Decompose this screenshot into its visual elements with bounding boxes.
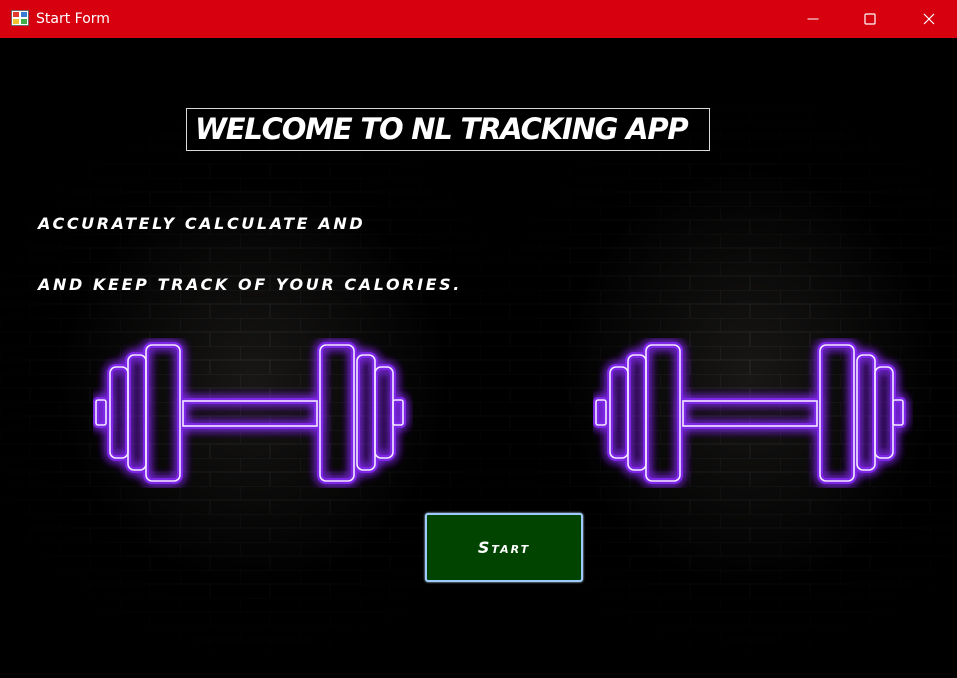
start-button-label: Start <box>477 538 531 557</box>
app-icon <box>11 10 29 26</box>
close-icon <box>923 13 935 25</box>
maximize-button[interactable] <box>842 0 898 38</box>
close-button[interactable] <box>901 0 957 38</box>
start-form-window: Start Form WELCOME TO NL TRACKING APP AC… <box>0 0 957 678</box>
start-button[interactable]: Start <box>425 513 583 582</box>
welcome-title-box: WELCOME TO NL TRACKING APP <box>186 108 710 151</box>
title-bar[interactable]: Start Form <box>0 0 957 38</box>
tagline-line-2: AND KEEP TRACK OF YOUR CALORIES. <box>38 275 462 294</box>
minimize-icon <box>807 18 819 20</box>
minimize-button[interactable] <box>785 0 841 38</box>
maximize-icon <box>864 13 876 25</box>
window-title: Start Form <box>36 11 110 27</box>
welcome-title: WELCOME TO NL TRACKING APP <box>195 112 689 146</box>
form-content: WELCOME TO NL TRACKING APP ACCURATELY CA… <box>0 38 957 678</box>
tagline-line-1: ACCURATELY CALCULATE AND <box>38 214 366 233</box>
dumbbell-icon <box>593 342 906 484</box>
dumbbell-icon <box>93 342 406 484</box>
